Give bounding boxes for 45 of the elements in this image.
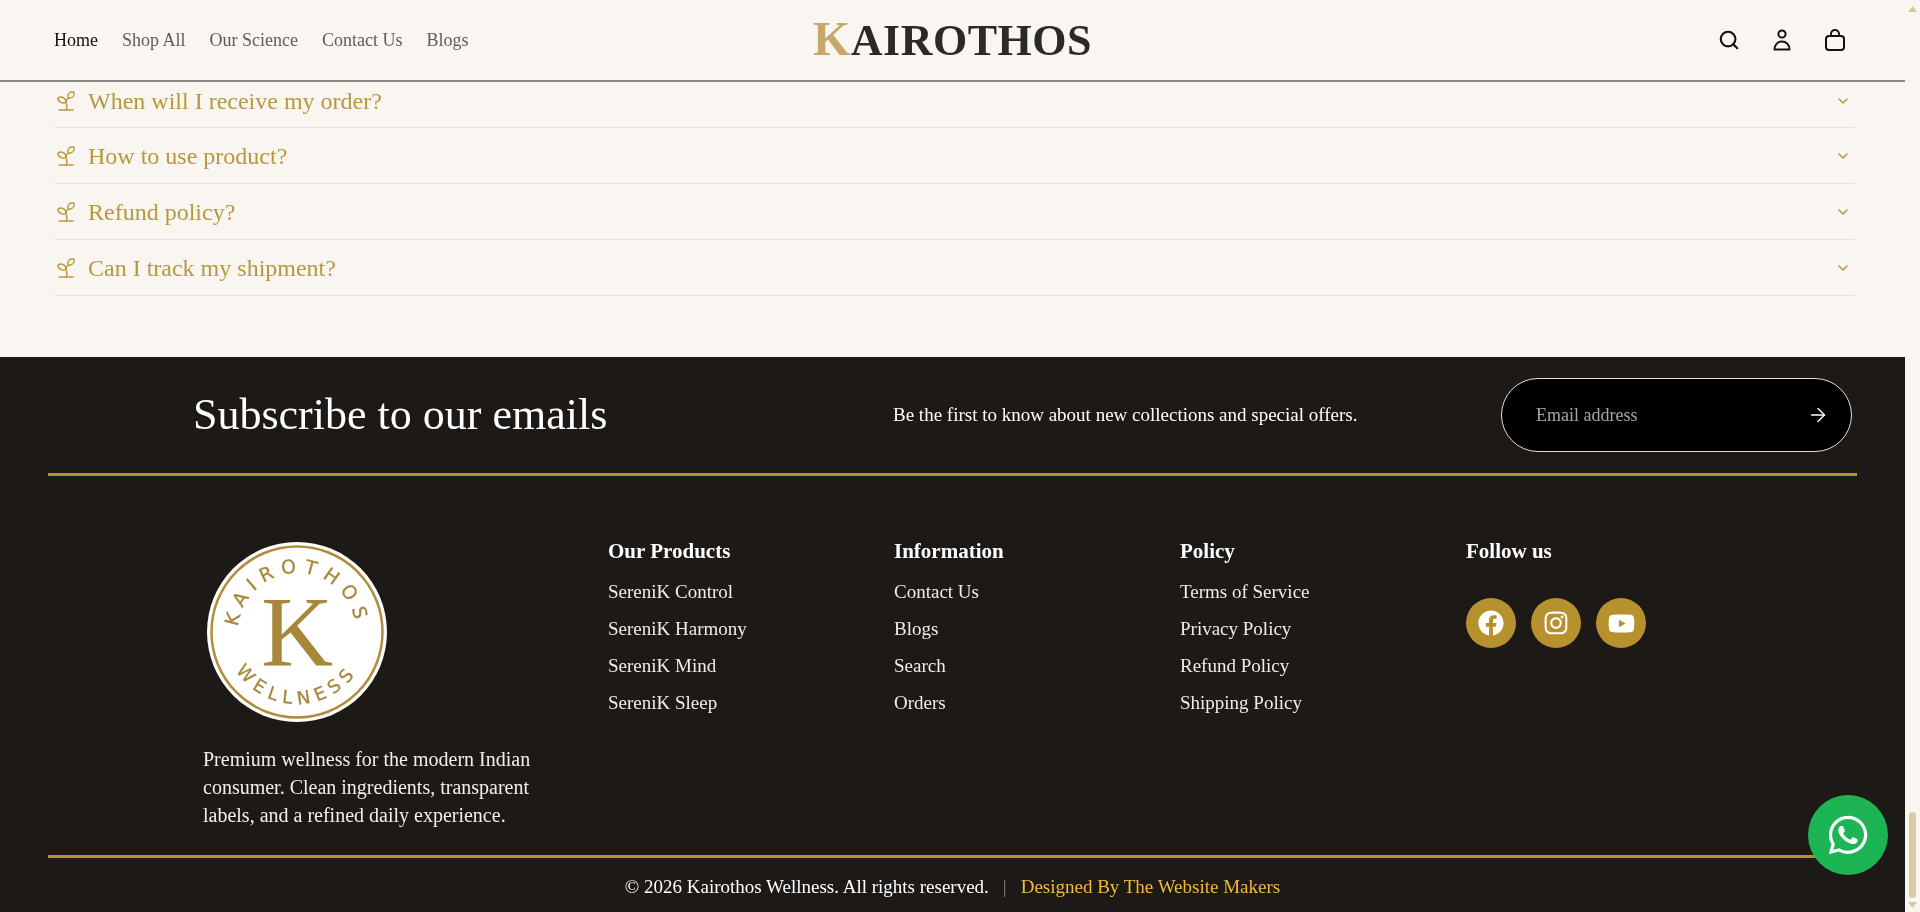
facebook-icon: [1478, 610, 1504, 636]
email-field[interactable]: Email address: [1501, 378, 1852, 452]
footer-link[interactable]: Search: [894, 647, 946, 684]
cart-button[interactable]: [1823, 28, 1847, 52]
nav-link[interactable]: Shop All: [122, 28, 186, 52]
search-icon: [1718, 29, 1740, 51]
nav-link[interactable]: Home: [54, 28, 98, 52]
credit-link[interactable]: Designed By The Website Makers: [1020, 875, 1281, 899]
instagram-icon: [1543, 610, 1569, 636]
footer-link[interactable]: SereniK Harmony: [608, 610, 747, 647]
footer-link[interactable]: Privacy Policy: [1180, 610, 1292, 647]
sprout-icon: [54, 255, 78, 280]
footer-column-heading: Follow us: [1466, 538, 1553, 565]
footer-column-heading: Our Products: [608, 538, 732, 565]
nav-link[interactable]: Our Science: [209, 28, 298, 52]
separator-text: |: [1002, 875, 1007, 899]
footer-link[interactable]: SereniK Mind: [608, 647, 717, 684]
search-button[interactable]: [1717, 28, 1741, 52]
subscribe-description: Be the first to know about new collections and special offers.: [893, 403, 1359, 427]
social-link[interactable]: [1531, 598, 1581, 648]
footer-link[interactable]: Refund Policy: [1180, 647, 1290, 684]
nav-link[interactable]: Blogs: [426, 28, 469, 52]
subscribe-heading: Subscribe to our emails: [193, 389, 609, 441]
bag-icon: [1824, 29, 1846, 51]
social-link[interactable]: [1596, 598, 1646, 648]
footer-column-heading: Policy: [1180, 538, 1236, 565]
footer-link[interactable]: SereniK Sleep: [608, 684, 718, 721]
about-text: Premium wellness for the modern Indian consumer. Clean ingredients, transparent labels, and a refined daily experience.: [203, 747, 532, 829]
footer-link[interactable]: Blogs: [894, 610, 939, 647]
nav-link[interactable]: Contact Us: [322, 28, 403, 52]
footer-link[interactable]: Terms of Service: [1180, 573, 1310, 610]
sprout-icon: [54, 143, 78, 168]
footer-link[interactable]: Orders: [894, 684, 946, 721]
user-icon: [1771, 29, 1793, 51]
whatsapp-icon: [1826, 813, 1870, 857]
scrollbar-thumb[interactable]: [1909, 812, 1916, 898]
footer-link[interactable]: Contact Us: [894, 573, 979, 610]
sprout-icon: [54, 199, 78, 224]
logo-wordmark[interactable]: KAIROTHOS: [813, 14, 1092, 66]
footer-link[interactable]: SereniK Control: [608, 573, 734, 610]
social-link[interactable]: [1466, 598, 1516, 648]
footer-column-heading: Information: [894, 538, 1005, 565]
sprout-icon: [54, 88, 78, 113]
copyright-text: © 2026 Kairothos Wellness. All rights reserved.: [624, 875, 989, 899]
footer-link[interactable]: Shipping Policy: [1180, 684, 1302, 721]
